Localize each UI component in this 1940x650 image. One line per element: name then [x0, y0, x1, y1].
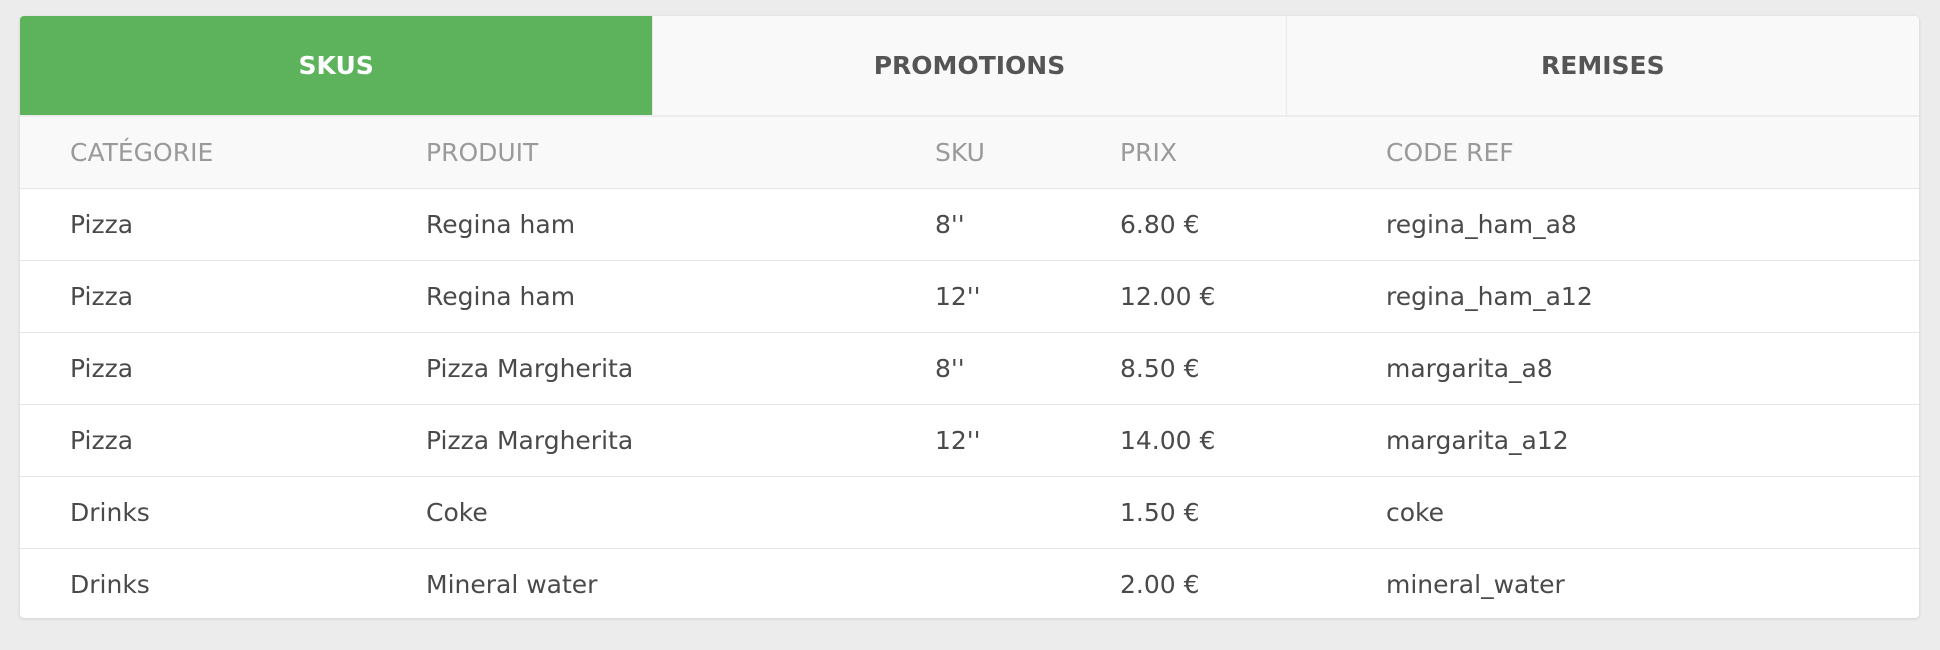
cell-ref-code: mineral_water [1386, 569, 1565, 599]
cell-sku: 8'' [935, 332, 1120, 405]
tab-bar: SKUS PROMOTIONS REMISES [20, 16, 1919, 117]
cell-price: 1.50 € [1120, 476, 1386, 549]
cell-ref-code: coke [1386, 476, 1919, 549]
tab-promotions[interactable]: PROMOTIONS [653, 16, 1287, 115]
sku-table: CATÉGORIE PRODUIT SKU PRIX CODE REF Pizz… [20, 117, 1919, 618]
table-row[interactable]: Drinks Mineral water 2.00 € mineral_wate… [20, 548, 1919, 618]
cell-ref-code: regina_ham_a12 [1386, 260, 1919, 333]
cell-category: Pizza [20, 404, 426, 477]
table-row[interactable]: Drinks Coke 1.50 € coke [20, 476, 1919, 549]
table-header-row: CATÉGORIE PRODUIT SKU PRIX CODE REF [20, 117, 1919, 189]
column-header-sku[interactable]: SKU [935, 117, 1120, 189]
cell-product: Pizza Margherita [426, 404, 935, 477]
column-header-price[interactable]: PRIX [1120, 117, 1386, 189]
cell-sku [935, 476, 1120, 549]
cell-price: 12.00 € [1120, 260, 1386, 333]
tab-remises[interactable]: REMISES [1287, 16, 1919, 115]
cell-category: Pizza [20, 188, 426, 261]
cell-product: Pizza Margherita [426, 332, 935, 405]
sku-panel: SKUS PROMOTIONS REMISES CATÉGORIE PRODUI… [20, 16, 1919, 618]
cell-ref-code: regina_ham_a8 [1386, 188, 1919, 261]
cell-product: Regina ham [426, 260, 935, 333]
cell-sku: 12'' [935, 404, 1120, 477]
cell-category: Drinks [70, 569, 150, 599]
cell-sku: 12'' [935, 260, 1120, 333]
cell-sku [935, 548, 1120, 618]
cell-category: Pizza [20, 332, 426, 405]
cell-price: 8.50 € [1120, 332, 1386, 405]
cell-product: Coke [426, 476, 935, 549]
table-row[interactable]: Pizza Pizza Margherita 12'' 14.00 € marg… [20, 404, 1919, 477]
cell-product: Regina ham [426, 188, 935, 261]
cell-category: Pizza [20, 260, 426, 333]
table-row[interactable]: Pizza Pizza Margherita 8'' 8.50 € margar… [20, 332, 1919, 405]
tab-skus[interactable]: SKUS [20, 16, 654, 115]
cell-category: Drinks [20, 476, 426, 549]
cell-ref-code: margarita_a8 [1386, 332, 1919, 405]
cell-price: 6.80 € [1120, 188, 1386, 261]
column-header-ref-code[interactable]: CODE REF [1386, 117, 1919, 189]
cell-product: Mineral water [426, 569, 598, 599]
cell-sku: 8'' [935, 188, 1120, 261]
cell-ref-code: margarita_a12 [1386, 404, 1919, 477]
column-header-category[interactable]: CATÉGORIE [20, 117, 426, 189]
cell-price: 14.00 € [1120, 404, 1386, 477]
table-row[interactable]: Pizza Regina ham 12'' 12.00 € regina_ham… [20, 260, 1919, 333]
column-header-product[interactable]: PRODUIT [426, 117, 935, 189]
cell-price: 2.00 € [1120, 569, 1200, 599]
table-row[interactable]: Pizza Regina ham 8'' 6.80 € regina_ham_a… [20, 188, 1919, 261]
